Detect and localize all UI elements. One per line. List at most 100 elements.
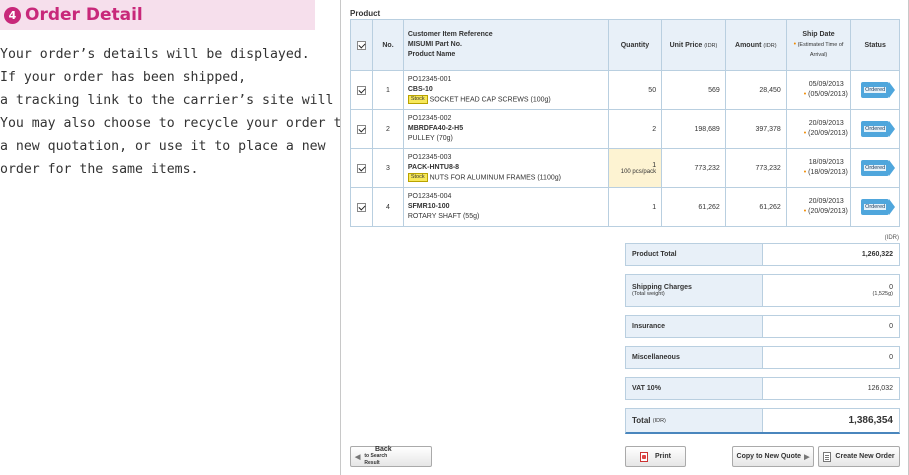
grand-total-row: Total (IDR) 1,386,354: [625, 408, 900, 434]
description-line: order for the same items.: [0, 162, 199, 177]
back-button-text: Back to Search Result: [364, 446, 402, 467]
amount: 397,378: [724, 109, 787, 149]
row-number: 4: [372, 187, 404, 227]
eta-bullet-icon: •: [803, 208, 807, 215]
order-detail-panel: Product No. Customer Item Reference MISU…: [340, 0, 909, 475]
eta-date: (05/09/2013): [808, 91, 848, 98]
row-reference-cell: PO12345-001 CBS-10 Stock SOCKET HEAD CAP SC…: [402, 70, 609, 110]
header-ref-line: Product Name: [407, 51, 456, 58]
row-checkbox[interactable]: [357, 85, 367, 95]
row-checkbox[interactable]: [357, 163, 367, 173]
print-button[interactable]: Print: [625, 446, 686, 467]
product-label: Product: [350, 9, 381, 18]
ship-date: 20/09/2013: [808, 120, 844, 127]
header-unit-price-label: Unit Price: [669, 41, 703, 49]
description-line: If your order has been shipped,: [0, 70, 247, 85]
back-arrow-icon: ◀: [355, 453, 361, 461]
ship-date: 20/09/2013: [808, 198, 844, 205]
quantity-value: 1: [652, 203, 657, 211]
status-badge[interactable]: Ordered: [861, 199, 896, 215]
create-new-order-button[interactable]: Create New Order: [818, 446, 900, 467]
eta-date: (20/09/2013): [808, 130, 848, 137]
shipping-sub-label: (Total weight): [632, 291, 665, 297]
row-select-cell: [349, 109, 374, 149]
status-badge[interactable]: Ordered: [861, 121, 896, 137]
shipping-label: Shipping Charges: [632, 284, 692, 291]
quantity-cell: 1: [607, 187, 663, 227]
header-unit-price: Unit Price (IDR): [661, 19, 726, 71]
unit-price: 198,689: [661, 109, 726, 149]
row-number: 2: [372, 109, 404, 149]
row-number: 1: [372, 70, 404, 110]
description-line: a tracking link to the carrier’s site wi…: [0, 93, 397, 108]
table-row: 1 PO12345-001 CBS-10 Stock SOCKET HEAD CAP S…: [349, 70, 900, 110]
step-number-badge: 4: [4, 6, 21, 24]
row-checkbox[interactable]: [357, 202, 367, 212]
table-row: 4 PO12345-004 SFMR10-100 ROTARY SHAFT (55g)…: [349, 187, 900, 227]
header-unit-price-unit: (IDR): [704, 42, 718, 49]
status-cell: Ordered: [850, 187, 900, 227]
description-line: a new quotation, or use it to place a ne…: [0, 139, 326, 154]
eta-line: • (18/09/2013): [804, 168, 851, 178]
table-row: 2 PO12345-002 MBRDFA40-2-H5 PULLEY (70g) 2 19…: [349, 109, 900, 149]
copy-to-new-quote-button[interactable]: Copy to New Quote ▶: [732, 446, 814, 467]
document-icon: [823, 451, 832, 462]
arrow-right-icon: ▶: [804, 453, 810, 461]
section-title: Order Detail: [25, 5, 143, 25]
product-name-line: PULLEY (70g): [408, 134, 608, 144]
product-name-line: Stock NUTS FOR ALUMINUM FRAMES (1100g): [407, 172, 608, 183]
amount: 61,262: [724, 187, 787, 227]
amount: 28,450: [724, 70, 787, 110]
pdf-icon: [640, 451, 649, 462]
eta-date: (18/09/2013): [808, 169, 848, 176]
quantity-cell: 2: [607, 109, 663, 149]
header-quantity: Quantity: [607, 19, 663, 71]
header-ship-date-label: Ship Date: [802, 31, 835, 38]
product-total-label: Product Total: [626, 244, 763, 265]
shipping-value: 0: [889, 284, 893, 291]
status-label: Ordered: [864, 126, 887, 132]
ship-date-cell: 05/09/2013 • (05/09/2013): [785, 70, 852, 110]
new-order-label: Create New Order: [835, 453, 895, 460]
header-eta-line: (Estimated Time of: [797, 42, 844, 48]
unit-price: 61,262: [661, 187, 726, 227]
header-eta-line: Arrival): [809, 52, 828, 58]
part-number: MBRDFA40-2-H5: [407, 125, 464, 132]
customer-item-reference: PO12345-004: [407, 193, 452, 200]
print-label: Print: [655, 453, 671, 460]
ship-date: 05/09/2013: [808, 81, 844, 88]
currency-note: (IDR): [884, 235, 899, 241]
product-name: SOCKET HEAD CAP SCREWS (100g): [429, 96, 551, 104]
eta-line: • (20/09/2013): [804, 129, 851, 139]
row-checkbox[interactable]: [357, 124, 367, 134]
header-ref-line: MISUMI Part No.: [407, 41, 462, 48]
back-label: Back: [374, 446, 392, 453]
unit-price: 773,232: [661, 148, 726, 188]
row-reference-cell: PO12345-003 PACK-HNTU8-8 Stock NUTS FOR ALU…: [402, 148, 609, 188]
section-header: 4 Order Detail: [0, 0, 315, 30]
status-label: Ordered: [864, 165, 887, 171]
insurance-value: 0: [889, 323, 893, 330]
eta-bullet-icon: •: [803, 169, 807, 176]
status-label: Ordered: [864, 87, 887, 93]
status-badge[interactable]: Ordered: [861, 82, 896, 98]
part-number: CBS-10: [407, 85, 433, 93]
row-select-cell: [349, 70, 374, 110]
row-select-cell: [349, 148, 374, 188]
row-number: 3: [372, 148, 404, 188]
eta-line: • (05/09/2013): [804, 90, 851, 100]
description-line: You may also choose to recycle your orde…: [0, 116, 350, 131]
quantity-value: 50: [648, 86, 657, 94]
product-name: ROTARY SHAFT (55g): [407, 213, 480, 220]
amount: 773,232: [724, 148, 787, 188]
status-badge[interactable]: Ordered: [861, 160, 896, 176]
vat-value: 126,032: [867, 385, 893, 392]
description: Your order’s details will be displayed. …: [0, 43, 397, 181]
back-button[interactable]: ◀ Back to Search Result: [350, 446, 432, 467]
quantity-cell: 50: [607, 70, 663, 110]
product-name-line: ROTARY SHAFT (55g): [408, 212, 608, 222]
ship-date-cell: 18/09/2013 • (18/09/2013): [785, 148, 852, 188]
grand-total-value: 1,386,354: [848, 415, 894, 426]
select-all-checkbox[interactable]: [357, 40, 367, 50]
header-amount-unit: (IDR): [763, 42, 777, 49]
